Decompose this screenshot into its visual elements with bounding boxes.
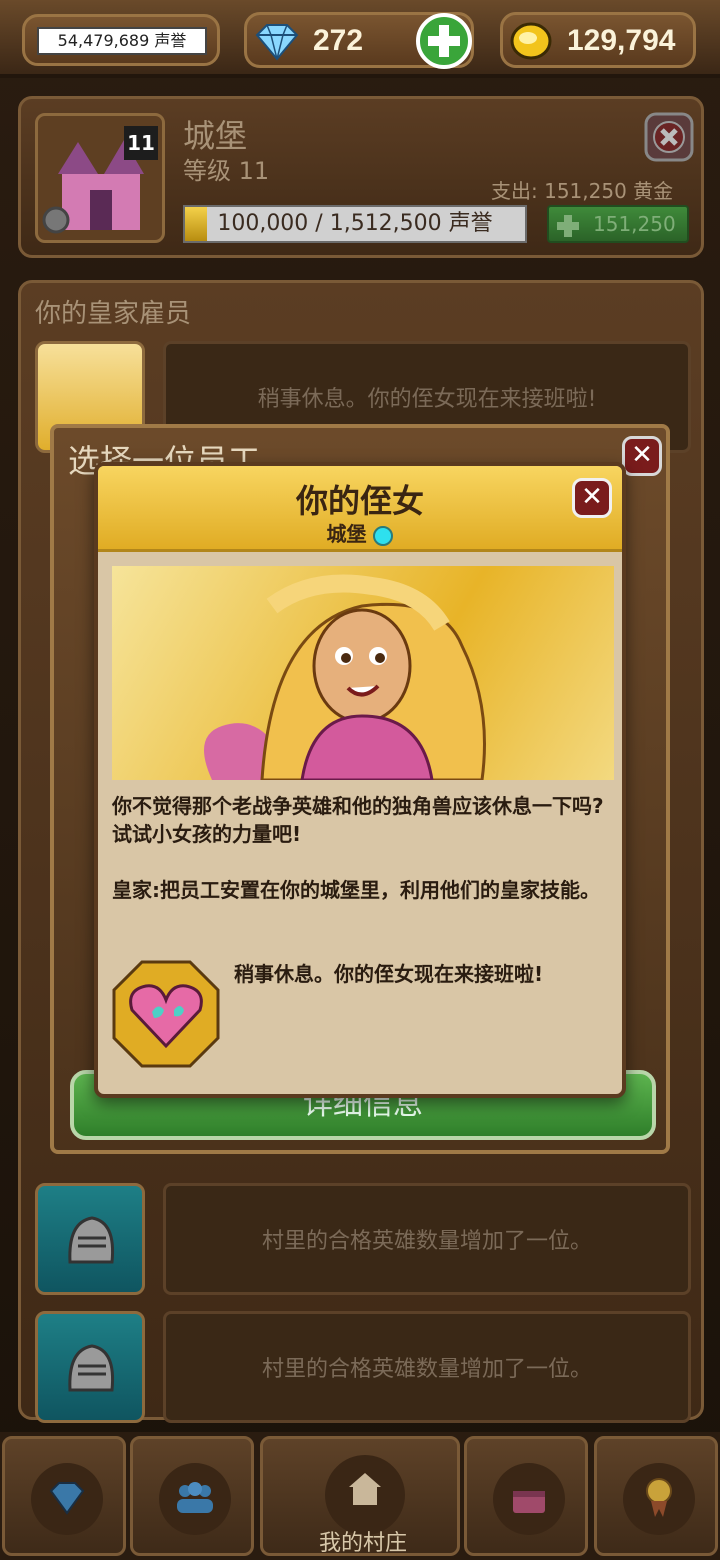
- bottom-navigation: 我的村庄: [0, 1432, 720, 1560]
- knight-helmet-icon: [68, 1216, 115, 1264]
- gem-dot-icon: [373, 525, 394, 546]
- royal-skill-text: 皇家:把员工安置在你的城堡里，利用他们的皇家技能。: [112, 878, 600, 902]
- nav-tab-heroes[interactable]: [130, 1436, 254, 1556]
- reputation-value: 54,479,689 声誉: [37, 27, 207, 55]
- top-bar: 54,479,689 声誉 272 129,794: [0, 0, 720, 78]
- employee-row[interactable]: 村里的合格英雄数量增加了一位。: [35, 1311, 691, 1423]
- nav-label-village: 我的村庄: [318, 1531, 407, 1556]
- close-icon: ✕: [581, 482, 603, 512]
- dialog-close-button[interactable]: ✕: [572, 478, 612, 518]
- niece-character-icon: [204, 574, 486, 780]
- nav-tab-my-village[interactable]: 我的村庄: [260, 1436, 460, 1556]
- employee-perk-text: 村里的合格英雄数量增加了一位。: [163, 1183, 691, 1295]
- castle-level-badge: 11: [124, 126, 158, 160]
- employees-title: 你的皇家雇员: [35, 299, 192, 329]
- gem-counter: 272: [244, 12, 474, 70]
- gold-amount: 129,794: [567, 24, 676, 57]
- medal-icon: [646, 1478, 672, 1517]
- castle-close-button[interactable]: [643, 111, 695, 163]
- castle-thumbnail[interactable]: 11: [35, 113, 165, 243]
- castle-panel: 11 城堡 等级 11 支出: 151,250 黄金 100,000 / 1,5…: [18, 96, 704, 258]
- niece-detail-dialog: 你的侄女 城堡 ✕ 你不觉得那个老战争英雄和他的独角兽应该休息一下吗?试试小女孩…: [94, 462, 626, 1098]
- niece-portrait: [112, 566, 614, 780]
- dialog-subtitle: 城堡: [98, 518, 622, 547]
- upgrade-castle-button[interactable]: 151,250: [547, 205, 689, 243]
- add-gems-button[interactable]: [415, 12, 473, 70]
- gold-coin-icon: [510, 22, 552, 60]
- employee-row[interactable]: 村里的合格英雄数量增加了一位。: [35, 1183, 691, 1295]
- reputation-progress-bar: 100,000 / 1,512,500 声誉: [183, 205, 527, 243]
- knight-helmet-icon: [68, 1344, 115, 1392]
- people-icon: [177, 1482, 213, 1513]
- heart-unicorn-perk-icon: [112, 960, 220, 1068]
- nav-tab-achievements[interactable]: [594, 1436, 718, 1556]
- empty-slot-knight-avatar: [35, 1183, 145, 1295]
- gem-shop-icon: [49, 1482, 85, 1515]
- dialog-description: 你不觉得那个老战争英雄和他的独角兽应该休息一下吗?试试小女孩的力量吧! 皇家:把…: [112, 792, 612, 904]
- employee-perk-text: 村里的合格英雄数量增加了一位。: [163, 1311, 691, 1423]
- description-text: 你不觉得那个老战争英雄和他的独角兽应该休息一下吗?试试小女孩的力量吧!: [112, 794, 604, 846]
- empty-slot-knight-avatar: [35, 1311, 145, 1423]
- gem-count: 272: [313, 24, 364, 57]
- plus-icon: [557, 215, 579, 237]
- select-dialog-close-button[interactable]: ✕: [622, 436, 662, 476]
- dialog-header: 你的侄女 城堡 ✕: [98, 466, 622, 552]
- nav-tab-chest[interactable]: [464, 1436, 588, 1556]
- nav-tab-shop[interactable]: [2, 1436, 126, 1556]
- treasure-chest-icon: [513, 1491, 545, 1513]
- upgrade-cost: 151,250: [593, 212, 676, 236]
- close-icon: ✕: [631, 440, 653, 470]
- dialog-title: 你的侄女: [295, 482, 424, 520]
- diamond-icon: [255, 24, 299, 61]
- castle-level: 等级 11: [183, 157, 270, 185]
- reputation-counter: 54,479,689 声誉: [22, 14, 220, 66]
- progress-text: 100,000 / 1,512,500 声誉: [217, 211, 493, 236]
- gold-counter: 129,794: [500, 12, 696, 68]
- upgrade-spend-text: 支出: 151,250 黄金: [491, 179, 674, 203]
- subtitle-text: 城堡: [326, 522, 367, 546]
- perk-description: 稍事休息。你的侄女现在来接班啦!: [234, 962, 544, 986]
- house-icon: [349, 1473, 381, 1505]
